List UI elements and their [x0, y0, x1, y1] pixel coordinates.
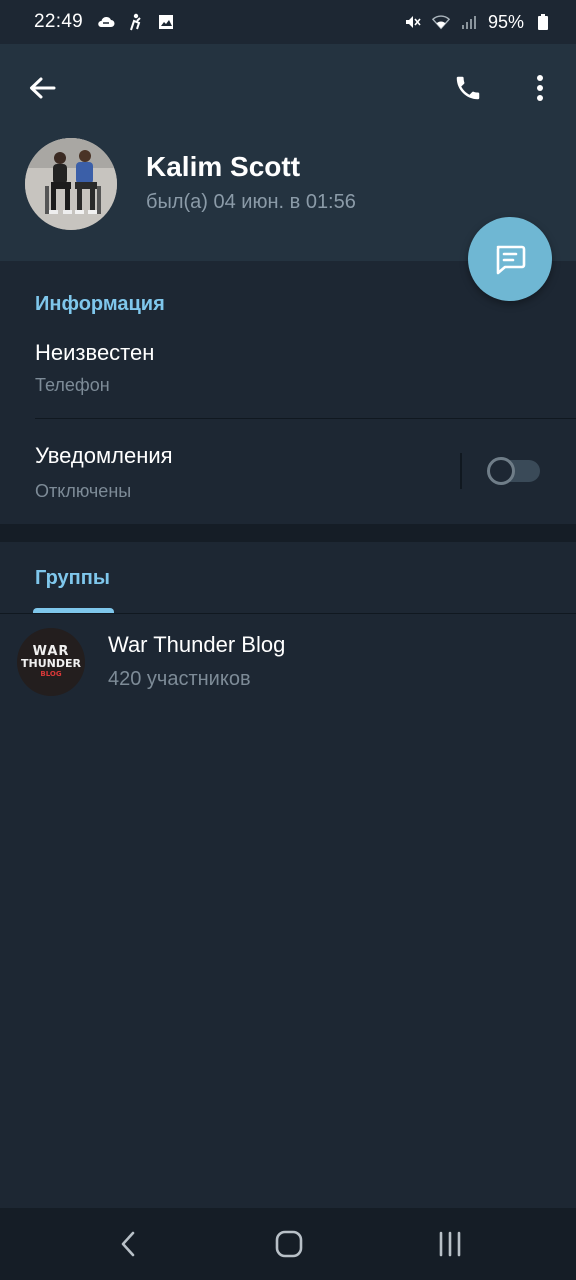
chevron-left-icon: [121, 1231, 135, 1257]
last-seen-status: был(а) 04 июн. в 01:56: [146, 191, 356, 213]
phone-value: Неизвестен: [35, 340, 155, 365]
phone-row[interactable]: Неизвестен Телефон: [0, 327, 576, 419]
group-avatar-line-3: BLOG: [40, 670, 62, 678]
battery-percent: 95%: [487, 11, 524, 32]
cloud-icon: [97, 13, 115, 31]
send-message-button[interactable]: [468, 217, 552, 301]
accessibility-icon: [127, 13, 145, 31]
mute-icon: [404, 13, 422, 31]
notifications-toggle[interactable]: [487, 457, 540, 485]
toggle-knob: [487, 457, 515, 485]
avatar-photo-icon: [25, 138, 117, 230]
wifi-icon: [431, 13, 450, 31]
nav-recents-button[interactable]: [422, 1222, 478, 1266]
notifications-value: Отключены: [35, 481, 132, 501]
status-time: 22:49: [34, 11, 84, 32]
tab-groups[interactable]: Группы: [35, 567, 110, 590]
toggle-separator: [460, 453, 462, 489]
group-avatar-line-2: THUNDER: [21, 657, 81, 670]
battery-icon: [534, 13, 552, 31]
info-section: Информация Неизвестен Телефон Уведомлени…: [0, 261, 576, 524]
status-system-icons: 95%: [404, 12, 552, 33]
group-list-item[interactable]: WAR THUNDER BLOG War Thunder Blog 420 уч…: [0, 614, 576, 710]
system-nav-bar: [0, 1208, 576, 1280]
back-button[interactable]: [20, 66, 64, 110]
more-vertical-icon: [537, 75, 543, 101]
section-gap: [0, 524, 576, 542]
image-icon: [157, 13, 175, 31]
nav-home-button[interactable]: [261, 1222, 317, 1266]
recents-icon: [439, 1231, 461, 1257]
more-options-button[interactable]: [518, 66, 562, 110]
info-section-title: Информация: [35, 293, 165, 315]
group-name: War Thunder Blog: [108, 632, 286, 657]
group-members-count: 420 участников: [108, 668, 251, 690]
phone-label: Телефон: [35, 375, 110, 395]
arrow-left-icon: [30, 77, 56, 99]
message-icon: [496, 245, 526, 275]
nav-back-button[interactable]: [100, 1222, 156, 1266]
call-button[interactable]: [444, 66, 492, 110]
home-icon: [275, 1230, 303, 1258]
profile-avatar[interactable]: [25, 138, 117, 230]
status-notification-icons: [97, 13, 175, 31]
notifications-label: Уведомления: [35, 443, 173, 468]
status-bar: 22:49 95%: [0, 0, 576, 44]
phone-icon: [456, 76, 480, 100]
signal-icon: [460, 13, 478, 31]
group-avatar: WAR THUNDER BLOG: [17, 628, 85, 696]
profile-screen: 22:49 95% Kalim Scott был(а) 04 июн. в 0…: [0, 0, 576, 1280]
profile-name: Kalim Scott: [146, 151, 301, 182]
groups-tabbar: Группы: [0, 542, 576, 614]
